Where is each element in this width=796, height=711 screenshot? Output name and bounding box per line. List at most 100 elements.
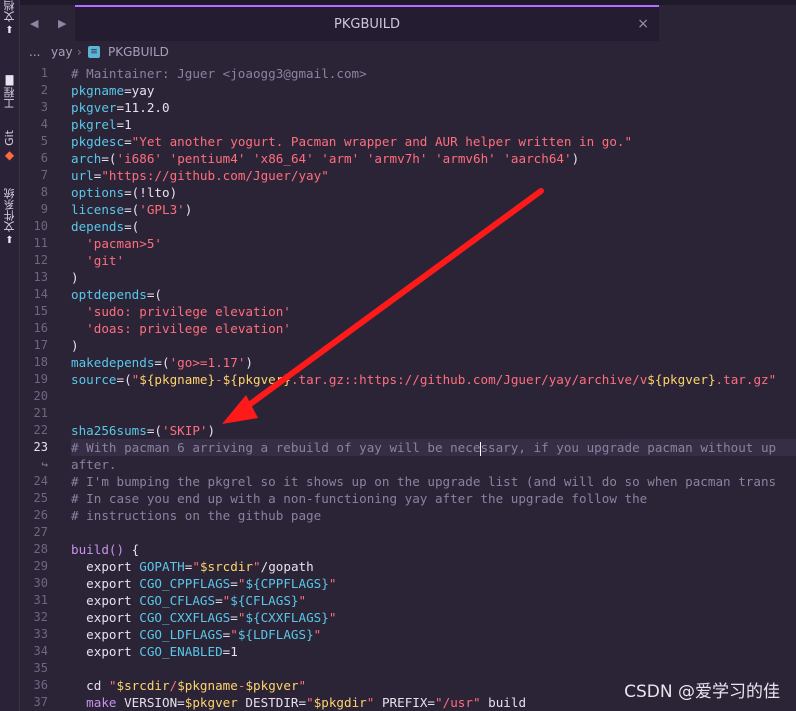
- code-line[interactable]: make VERSION=$pkgver DESTDIR="$pkgdir" P…: [71, 694, 526, 711]
- code-line[interactable]: # instructions on the github page: [71, 507, 321, 524]
- sidebar-item-project[interactable]: ▇ 工程: [0, 75, 19, 112]
- code-line[interactable]: export CGO_LDFLAGS="${LDFLAGS}": [71, 626, 321, 643]
- code-token: 'armv7h': [366, 151, 428, 166]
- code-line[interactable]: 'git': [71, 252, 124, 269]
- code-line[interactable]: source=("${pkgname}-${pkgver}.tar.gz::ht…: [71, 371, 776, 388]
- code-token: ssary, if you upgrade pacman without up: [480, 440, 777, 455]
- code-token: ": [192, 559, 200, 574]
- code-line[interactable]: export CGO_ENABLED=1: [71, 643, 238, 660]
- upload-icon: ⬆: [5, 25, 14, 36]
- code-line[interactable]: ): [71, 337, 79, 354]
- code-token: ${CPPFLAGS}: [245, 576, 329, 591]
- code-line[interactable]: options=(!lto): [71, 184, 177, 201]
- code-token: url: [71, 168, 94, 183]
- code-token: ): [184, 202, 193, 217]
- code-token: DESTDIR=: [237, 695, 307, 710]
- code-token: optdepends: [71, 287, 147, 302]
- code-line[interactable]: export CGO_CXXFLAGS="${CXXFLAGS}": [71, 609, 336, 626]
- breadcrumb-file[interactable]: PKGBUILD: [108, 45, 169, 59]
- code-line[interactable]: pkgver=11.2.0: [71, 99, 170, 116]
- line-number: 22: [33, 423, 48, 437]
- code-line[interactable]: sha256sums=('SKIP'): [71, 422, 215, 439]
- sidebar-item-filesystem[interactable]: 文件系统 ⬆: [0, 188, 19, 247]
- code-token: GOPATH: [139, 559, 185, 574]
- code-token: license: [71, 202, 125, 217]
- code-line[interactable]: cd "$srcdir/$pkgname-$pkgver": [71, 677, 306, 694]
- code-token: PREFIX=: [374, 695, 436, 710]
- close-icon[interactable]: ×: [637, 16, 649, 32]
- code-token: 'x86_64': [253, 151, 314, 166]
- code-line[interactable]: pkgname=yay: [71, 82, 154, 99]
- line-number: 18: [33, 355, 48, 369]
- code-line[interactable]: 'sudo: privilege elevation': [71, 303, 291, 320]
- code-token: -: [215, 372, 223, 387]
- line-number: 19: [33, 372, 48, 386]
- code-line[interactable]: makedepends=('go>=1.17'): [71, 354, 253, 371]
- sidebar-item-documents[interactable]: 文档 ⬆: [0, 0, 19, 37]
- line-number: 5: [40, 134, 48, 148]
- code-token: ": [328, 610, 337, 625]
- code-line[interactable]: url="https://github.com/Jguer/yay": [71, 167, 329, 184]
- code-line[interactable]: export CGO_CPPFLAGS="${CPPFLAGS}": [71, 575, 336, 592]
- code-token: ): [207, 423, 216, 438]
- code-token: 'i686': [116, 151, 163, 166]
- code-line[interactable]: license=('GPL3'): [71, 201, 192, 218]
- code-line[interactable]: optdepends=(: [71, 286, 162, 303]
- code-line[interactable]: pkgrel=1: [71, 116, 132, 133]
- code-line[interactable]: export GOPATH="$srcdir"/gopath: [71, 558, 314, 575]
- code-line[interactable]: pkgdesc="Yet another yogurt. Pacman wrap…: [71, 133, 632, 150]
- code-token: CGO_CPPFLAGS: [139, 576, 231, 591]
- forward-arrow-icon[interactable]: ▶: [58, 17, 66, 30]
- code-line[interactable]: 'doas: privilege elevation': [71, 320, 291, 337]
- code-token: cd: [71, 678, 109, 693]
- code-line[interactable]: arch=('i686' 'pentium4' 'x86_64' 'arm' '…: [71, 150, 579, 167]
- code-token: ${CFLAGS}: [230, 593, 299, 608]
- code-line-current[interactable]: # With pacman 6 arriving a rebuild of ya…: [71, 439, 796, 456]
- code-line[interactable]: 'pacman>5': [71, 235, 162, 252]
- line-number: 7: [40, 168, 48, 182]
- code-token: CGO_ENABLED: [139, 644, 223, 659]
- code-area[interactable]: # Maintainer: Jguer <joaogg3@gmail.com> p…: [71, 63, 796, 711]
- code-token: =: [215, 593, 223, 608]
- code-line[interactable]: # I'm bumping the pkgrel so it shows up …: [71, 473, 776, 490]
- code-token: build: [480, 695, 527, 710]
- code-token: 'aarch64': [503, 151, 572, 166]
- code-token: pkgname: [71, 83, 125, 98]
- code-line[interactable]: depends=(: [71, 218, 139, 235]
- line-number: 35: [33, 661, 48, 675]
- sidebar-label-filesystem: 文件系统: [3, 188, 16, 232]
- code-token: ": [253, 559, 261, 574]
- code-token: =1: [116, 117, 132, 132]
- back-arrow-icon[interactable]: ◀: [30, 17, 38, 30]
- code-editor[interactable]: 1 2 3 4 5 6 7 8 9 10 11 12 13 14 15 16 17 18 19 20 21 22 23 ↪ 24…: [20, 63, 796, 711]
- breadcrumb-ellipsis[interactable]: ...: [29, 45, 40, 59]
- code-token: ): [71, 338, 79, 353]
- tab-pkgbuild[interactable]: PKGBUILD ×: [75, 5, 659, 41]
- line-number-gutter: 1 2 3 4 5 6 7 8 9 10 11 12 13 14 15 16 17 18 19 20 21 22 23 ↪ 24…: [20, 63, 48, 711]
- line-number: 23: [33, 440, 48, 454]
- code-token: ${pkgname}: [139, 372, 216, 387]
- code-line[interactable]: build() {: [71, 541, 139, 558]
- code-token: "/usr": [435, 695, 481, 710]
- code-token: pkgdesc: [71, 134, 125, 149]
- code-token: =(: [101, 151, 117, 166]
- code-line[interactable]: after.: [71, 456, 117, 473]
- code-line[interactable]: # Maintainer: Jguer <joaogg3@gmail.com>: [71, 65, 367, 82]
- tab-strip: ◀ ▶ PKGBUILD ×: [20, 5, 796, 41]
- code-line[interactable]: # In case you end up with a non-function…: [71, 490, 647, 507]
- code-line[interactable]: export CGO_CFLAGS="${CFLAGS}": [71, 592, 306, 609]
- code-token: =(: [146, 423, 162, 438]
- line-number: 17: [33, 338, 48, 352]
- sidebar-item-git[interactable]: Git ◆: [0, 130, 19, 161]
- code-line[interactable]: ): [71, 269, 79, 286]
- code-token: ": [298, 593, 307, 608]
- breadcrumb: ... yay › ≡ PKGBUILD: [20, 41, 796, 63]
- folder-icon: ▇: [5, 75, 14, 86]
- code-token: 'git': [86, 253, 125, 268]
- code-token: =yay: [124, 83, 155, 98]
- breadcrumb-folder-yay[interactable]: yay: [51, 45, 73, 59]
